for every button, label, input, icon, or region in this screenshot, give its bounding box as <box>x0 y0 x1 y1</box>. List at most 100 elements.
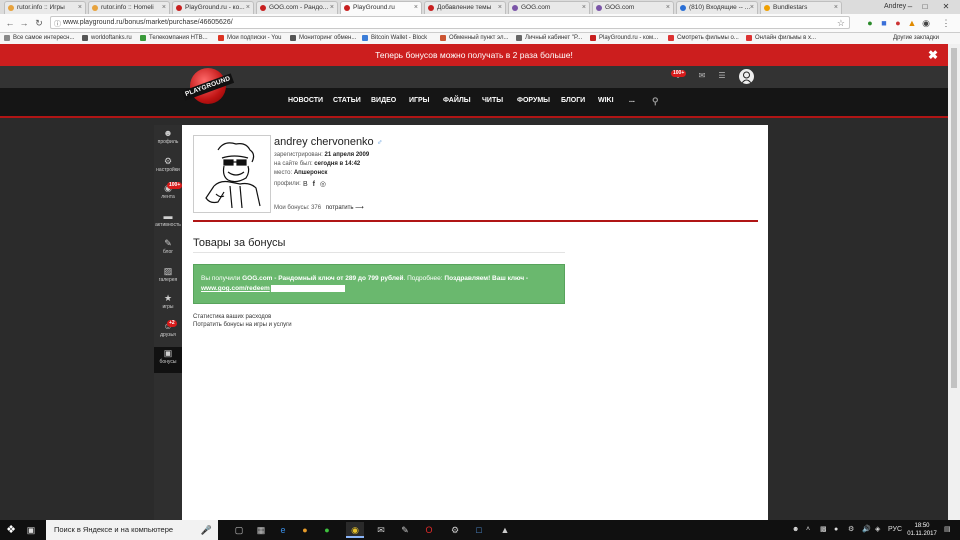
browser-tab[interactable]: GOG.com - Рандо... × <box>256 1 338 14</box>
browser-tab[interactable]: Добавление темы × <box>424 1 506 14</box>
menu-icon[interactable]: ☰ <box>716 70 728 82</box>
site-menu-item[interactable]: ВИДЕО <box>371 88 396 114</box>
browser-menu-icon[interactable]: ⋮ <box>940 17 952 29</box>
taskbar-app-window-icon[interactable]: □ <box>470 522 488 538</box>
tray-people-icon[interactable]: ☻ <box>792 520 799 540</box>
page-scrollbar[interactable] <box>948 44 960 520</box>
bookmark-item[interactable]: Обменный пункт эл... <box>440 33 509 44</box>
bookmark-item[interactable]: Все самое интересн... <box>4 33 74 44</box>
sidebar-item-friends[interactable]: ☺друзья+2 <box>154 319 182 346</box>
minimize-icon[interactable]: – <box>903 0 917 13</box>
browser-tab[interactable]: GOG.com × <box>592 1 674 14</box>
taskbar-app-edge-icon[interactable]: e <box>274 522 292 538</box>
tray-volume-icon[interactable]: 🔊 <box>862 520 871 540</box>
bookmark-item[interactable]: Смотреть фильмы о... <box>668 33 739 44</box>
messages-icon[interactable]: ✉ <box>696 70 708 82</box>
tray-wifi-icon[interactable]: ◈ <box>875 520 880 540</box>
sidebar-item-activity[interactable]: ▬ активность <box>154 210 182 236</box>
spend-link[interactable]: потратить ⟶ <box>326 205 364 211</box>
redeem-link[interactable]: www.gog.com/redeem <box>201 285 270 292</box>
bookmark-item[interactable]: Онлайн фильмы в х... <box>746 33 816 44</box>
facebook-icon[interactable]: f <box>313 181 315 188</box>
keyboard-language[interactable]: РУС <box>888 520 902 540</box>
close-window-icon[interactable]: ✕ <box>935 0 957 13</box>
taskbar-app-xbox-icon[interactable]: ● <box>318 522 336 538</box>
url-input[interactable]: ⓘ www.playground.ru/bonus/market/purchas… <box>50 16 850 29</box>
taskbar-search-input[interactable]: Поиск в Яндексе и на компьютере 🎤 <box>46 520 218 540</box>
taskbar-app-game-icon[interactable]: ▲ <box>496 522 514 538</box>
bookmark-item[interactable]: Телекомпания НТВ... <box>140 33 208 44</box>
site-menu-item[interactable]: ЧИТЫ <box>482 88 503 114</box>
bookmark-item[interactable]: Мониторинг обмен... <box>290 33 356 44</box>
bookmark-item[interactable]: worldoftanks.ru <box>82 33 132 44</box>
reload-icon[interactable]: ↻ <box>33 17 45 29</box>
tab-close-icon[interactable]: × <box>162 2 166 14</box>
site-logo[interactable]: PLAYGROUND <box>181 68 235 108</box>
site-menu-item[interactable]: ФАЙЛЫ <box>443 88 471 114</box>
tab-close-icon[interactable]: × <box>330 2 334 14</box>
taskbar-app-files-icon[interactable]: ▢ <box>230 522 248 538</box>
extension-icon-3[interactable]: ● <box>892 17 904 29</box>
site-menu-item[interactable]: ИГРЫ <box>409 88 430 114</box>
taskbar-app-editor-icon[interactable]: ✎ <box>396 522 414 538</box>
browser-tab[interactable]: (810) Входящие -- ... × <box>676 1 758 14</box>
other-bookmarks[interactable]: Другие закладки <box>893 33 939 44</box>
tray-chevron-up-icon[interactable]: ˄ <box>806 520 810 540</box>
taskbar-app-store-icon[interactable]: ▦ <box>252 522 270 538</box>
tray-network-icon[interactable]: ▩ <box>820 520 827 540</box>
forward-icon[interactable]: → <box>18 17 30 29</box>
site-menu-item[interactable]: СТАТЬИ <box>333 88 361 114</box>
tab-close-icon[interactable]: × <box>666 2 670 14</box>
site-menu-item[interactable]: ... <box>629 88 635 114</box>
taskbar-app-photo-icon[interactable]: ● <box>296 522 314 538</box>
site-search-icon[interactable]: ⚲ <box>652 88 659 114</box>
extension-icon[interactable]: ● <box>864 17 876 29</box>
avatar[interactable] <box>739 69 754 84</box>
taskbar-app-opera-icon[interactable]: O <box>420 522 438 538</box>
bookmark-item[interactable]: Личный кабинет "P... <box>516 33 582 44</box>
taskbar-app-chrome-icon[interactable]: ◉ <box>346 522 364 538</box>
tab-close-icon[interactable]: × <box>78 2 82 14</box>
tab-close-icon[interactable]: × <box>834 2 838 14</box>
bookmark-item[interactable]: Bitcoin Wallet - Block <box>362 33 427 44</box>
bookmark-star-icon[interactable]: ☆ <box>837 17 845 29</box>
tab-close-icon[interactable]: × <box>414 2 418 14</box>
browser-tab[interactable]: Bundlestars × <box>760 1 842 14</box>
microphone-icon[interactable]: 🎤 <box>201 520 212 540</box>
task-view-icon[interactable]: ▣ <box>24 523 38 537</box>
tab-close-icon[interactable]: × <box>498 2 502 14</box>
close-icon[interactable]: ✖ <box>928 44 938 66</box>
taskbar-app-steam-icon[interactable]: ⚙ <box>446 522 464 538</box>
site-menu-item[interactable]: БЛОГИ <box>561 88 585 114</box>
spend-bonus-link[interactable]: Потратить бонусы на игры и услуги <box>193 322 292 328</box>
maximize-icon[interactable]: □ <box>918 0 932 13</box>
sidebar-item-feed[interactable]: ◉лента100+ <box>154 182 183 208</box>
browser-tab[interactable]: GOG.com × <box>508 1 590 14</box>
page-info-icon[interactable]: ⓘ <box>54 19 61 29</box>
sidebar-item-gift[interactable]: ▣ бонусы <box>154 347 182 373</box>
sidebar-item-star[interactable]: ★ игры <box>154 292 182 318</box>
browser-tab[interactable]: PlayGround.ru × <box>340 1 422 14</box>
scrollbar-thumb[interactable] <box>951 48 957 388</box>
tab-close-icon[interactable]: × <box>582 2 586 14</box>
taskbar-app-mail-icon[interactable]: ✉ <box>372 522 390 538</box>
extension-icon-2[interactable]: ■ <box>878 17 890 29</box>
site-menu-item[interactable]: ФОРУМЫ <box>517 88 550 114</box>
extension-icon-4[interactable]: ▲ <box>906 17 918 29</box>
browser-tab[interactable]: rutor.info :: Игры × <box>4 1 86 14</box>
stats-link[interactable]: Статистика ваших расходов <box>193 314 271 320</box>
windows-start-icon[interactable]: ❖ <box>4 523 18 537</box>
tab-close-icon[interactable]: × <box>246 2 250 14</box>
site-menu-item[interactable]: WIKI <box>598 88 614 114</box>
sidebar-item-gallery[interactable]: ▨ галерея <box>154 265 182 291</box>
taskbar-clock[interactable]: 18:50 01.11.2017 <box>905 522 939 538</box>
browser-tab[interactable]: PlayGround.ru - ко... × <box>172 1 254 14</box>
sidebar-item-blog[interactable]: ✎ блог <box>154 237 182 263</box>
sidebar-item-gear[interactable]: ⚙ настройки <box>154 155 182 181</box>
site-menu-item[interactable]: НОВОСТИ <box>288 88 323 114</box>
notifications-center-icon[interactable]: ▤ <box>944 520 951 540</box>
bookmark-item[interactable]: Мои подписки - You <box>218 33 281 44</box>
tab-close-icon[interactable]: × <box>750 2 754 14</box>
vk-icon[interactable]: В <box>303 181 308 188</box>
bookmark-item[interactable]: PlayGround.ru - ком... <box>590 33 658 44</box>
